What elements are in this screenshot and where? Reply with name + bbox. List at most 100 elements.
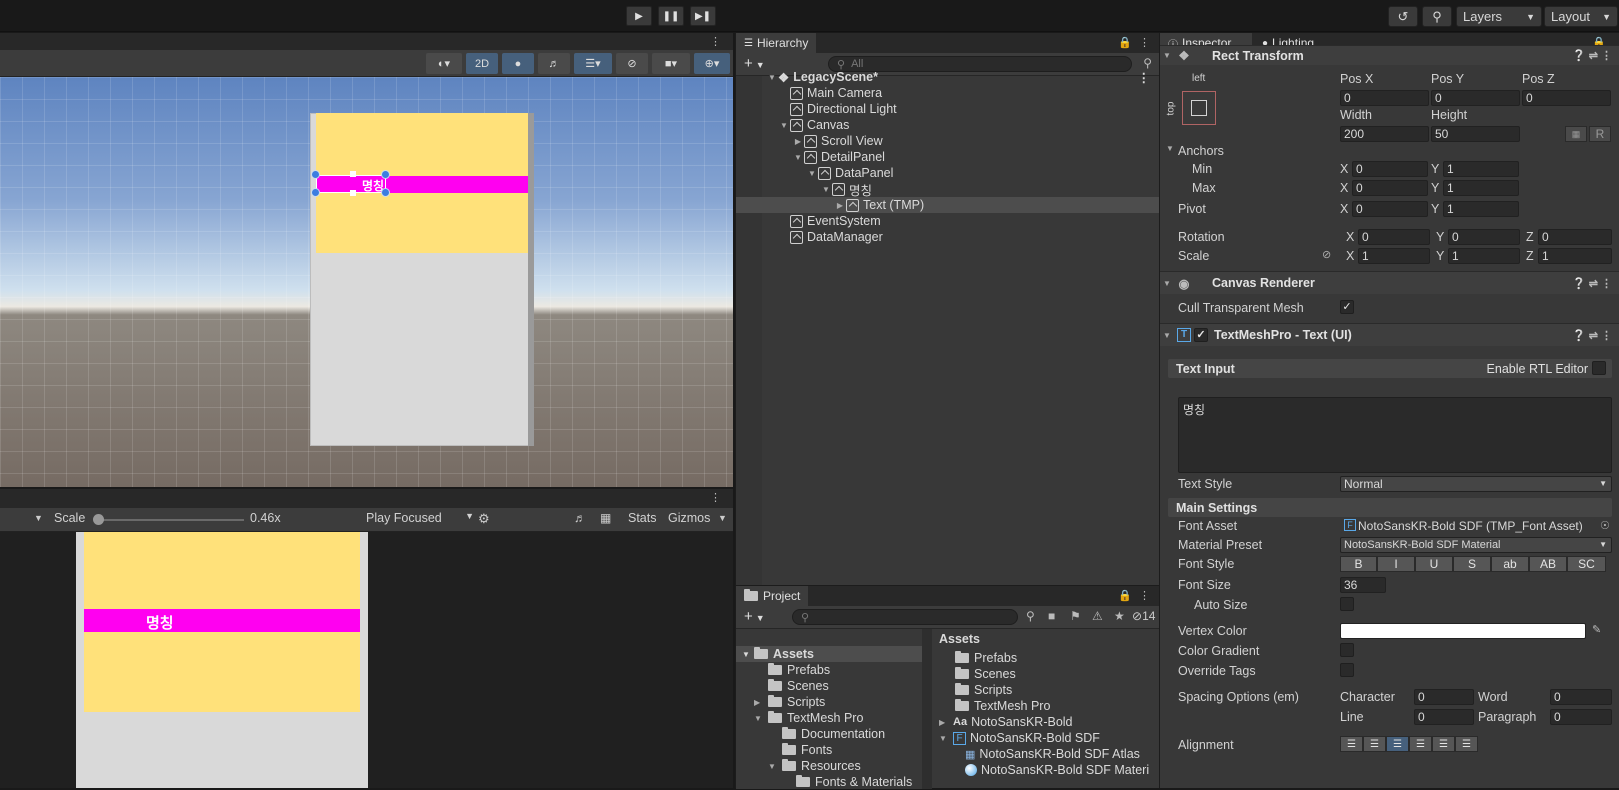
hierarchy-row-detail-panel[interactable]: ▼ DetailPanel xyxy=(736,149,1160,165)
mode-2d-button[interactable]: 2D xyxy=(466,53,498,74)
vertex-color-field[interactable] xyxy=(1340,623,1586,639)
lock-icon[interactable]: 🔒 xyxy=(1118,589,1132,602)
hierarchy-row-main-camera[interactable]: Main Camera xyxy=(736,85,1160,101)
asset-sdf-material[interactable]: NotoSansKR-Bold SDF Materi xyxy=(965,762,1149,778)
star-icon[interactable]: ★ xyxy=(1114,609,1125,623)
rotation-z-field[interactable]: 0 xyxy=(1538,229,1612,245)
align-left-button[interactable]: ☰ xyxy=(1340,736,1363,752)
override-tags-checkbox[interactable] xyxy=(1340,663,1354,677)
tree-scripts[interactable]: ▶ Scripts xyxy=(754,694,825,710)
tmp-header[interactable]: ▼ T ✓ TextMeshPro - Text (UI) ❔ ⇌ ⋮ xyxy=(1160,323,1619,346)
scene-search-icon[interactable]: ⚲ xyxy=(1143,56,1152,70)
component-icons[interactable]: ❔ ⇌ ⋮ xyxy=(1572,329,1612,342)
width-field[interactable]: 200 xyxy=(1340,126,1429,142)
play-mode-dropdown[interactable]: Play Focused ▼ xyxy=(366,511,474,525)
font-style-underline-button[interactable]: U xyxy=(1415,556,1453,572)
handle-top-left[interactable] xyxy=(311,170,320,179)
asset-prefabs[interactable]: Prefabs xyxy=(955,650,1017,666)
tree-fonts[interactable]: Fonts xyxy=(782,742,832,758)
hierarchy-row-name[interactable]: ▼ 명칭 xyxy=(736,181,1160,198)
eyedropper-icon[interactable]: ✎ xyxy=(1592,623,1601,636)
asset-font-sdf[interactable]: ▼ F NotoSansKR-Bold SDF xyxy=(939,730,1100,746)
handle-top-right[interactable] xyxy=(381,170,390,179)
more-icon[interactable]: ⋮ xyxy=(1139,589,1150,602)
handle-bottom-right[interactable] xyxy=(381,188,390,197)
display-dropdown[interactable]: ▼ xyxy=(34,513,43,523)
pause-button[interactable]: ❚❚ xyxy=(658,6,684,26)
scale-z-field[interactable]: 1 xyxy=(1538,248,1612,264)
shading-mode-button[interactable]: ◐▾ xyxy=(426,53,462,74)
more-icon[interactable]: ⋮ xyxy=(1138,70,1151,85)
tree-assets[interactable]: ▼ Assets xyxy=(736,646,932,662)
gizmos-dropdown[interactable]: ⊕▾ xyxy=(694,53,730,74)
step-button[interactable]: ▶❚ xyxy=(690,6,716,26)
character-spacing-field[interactable]: 0 xyxy=(1414,689,1474,705)
color-gradient-checkbox[interactable] xyxy=(1340,643,1354,657)
anchor-preset-button[interactable] xyxy=(1182,91,1216,125)
scale-x-field[interactable]: 1 xyxy=(1358,248,1430,264)
add-asset-button[interactable]: + ▼ xyxy=(744,608,765,625)
raw-edit-button[interactable]: R xyxy=(1589,126,1611,142)
tree-prefabs[interactable]: Prefabs xyxy=(768,662,830,678)
asset-textmesh-pro[interactable]: TextMesh Pro xyxy=(955,698,1050,714)
expand-arrow-icon[interactable]: ▼ xyxy=(1166,144,1174,153)
font-style-strikethrough-button[interactable]: S xyxy=(1453,556,1491,572)
visibility-toggle[interactable]: ⊘ xyxy=(616,53,648,74)
font-asset-field[interactable]: F NotoSansKR-Bold SDF (TMP_Font Asset) xyxy=(1340,518,1596,534)
tag-icon[interactable]: ⚑ xyxy=(1070,609,1081,623)
anchor-max-x-field[interactable]: 0 xyxy=(1352,180,1428,196)
rotation-y-field[interactable]: 0 xyxy=(1448,229,1520,245)
font-style-bold-button[interactable]: B xyxy=(1340,556,1377,572)
stats-button[interactable]: Stats xyxy=(628,511,657,525)
text-style-dropdown[interactable]: Normal ▼ xyxy=(1340,476,1612,492)
keyboard-icon[interactable]: ▦ xyxy=(600,511,611,525)
tree-resources[interactable]: ▼ Resources xyxy=(768,758,861,774)
tree-documentation[interactable]: Documentation xyxy=(782,726,885,742)
align-center-button[interactable]: ☰ xyxy=(1363,736,1386,752)
lock-icon[interactable]: 🔒 xyxy=(1118,36,1132,49)
anchors-label[interactable]: Anchors xyxy=(1178,144,1224,158)
auto-size-checkbox[interactable] xyxy=(1340,597,1354,611)
hierarchy-row-scroll-view[interactable]: ▶ Scroll View xyxy=(736,133,1160,149)
canvas-renderer-header[interactable]: ▼ ◉ Canvas Renderer ❔ ⇌ ⋮ xyxy=(1160,271,1619,294)
material-preset-dropdown[interactable]: NotoSansKR-Bold SDF Material ▼ xyxy=(1340,537,1612,553)
link-icon[interactable]: ⊘ xyxy=(1322,248,1331,261)
asset-scenes[interactable]: Scenes xyxy=(955,666,1016,682)
scale-slider-thumb[interactable] xyxy=(93,514,104,525)
hidden-packages-toggle[interactable]: ⊘ 14 xyxy=(1132,609,1155,623)
gizmos-button[interactable]: Gizmos xyxy=(668,511,710,525)
more-icon[interactable]: ⋮ xyxy=(710,491,721,504)
tab-project[interactable]: Project xyxy=(736,586,809,606)
hierarchy-row-directional-light[interactable]: Directional Light xyxy=(736,101,1160,117)
audio-toggle[interactable]: ♬ xyxy=(538,53,570,74)
warning-icon[interactable]: ⚠ xyxy=(1092,609,1103,623)
align-flush-button[interactable]: ☰ xyxy=(1432,736,1455,752)
scale-y-field[interactable]: 1 xyxy=(1448,248,1520,264)
more-icon[interactable]: ⋮ xyxy=(710,35,721,48)
hierarchy-row-text-tmp[interactable]: ▶ Text (TMP) xyxy=(736,197,1160,213)
pivot-x-field[interactable]: 0 xyxy=(1352,201,1428,217)
object-picker-icon[interactable]: ☉ xyxy=(1600,519,1610,532)
pos-y-field[interactable]: 0 xyxy=(1431,90,1520,106)
tab-hierarchy[interactable]: ☰ Hierarchy xyxy=(736,33,817,53)
layers-dropdown[interactable]: Layers ▼ xyxy=(1456,6,1542,27)
anchor-min-y-field[interactable]: 1 xyxy=(1443,161,1519,177)
align-right-button[interactable]: ☰ xyxy=(1386,736,1409,752)
font-style-smallcaps-button[interactable]: SC xyxy=(1567,556,1606,572)
asset-font[interactable]: ▶ Aa NotoSansKR-Bold xyxy=(939,714,1073,730)
paragraph-spacing-field[interactable]: 0 xyxy=(1550,709,1612,725)
rect-transform-header[interactable]: ▼ ❖ Rect Transform ❔ ⇌ ⋮ xyxy=(1160,45,1619,65)
tree-scrollbar[interactable] xyxy=(922,629,932,789)
component-icons[interactable]: ❔ ⇌ ⋮ xyxy=(1572,277,1612,290)
text-input-area[interactable]: 명칭 xyxy=(1178,397,1612,473)
lighting-toggle[interactable]: ● xyxy=(502,53,534,74)
layout-dropdown[interactable]: Layout ▼ xyxy=(1544,6,1618,27)
filter-type-icon[interactable]: ■ xyxy=(1048,609,1055,623)
anchor-min-x-field[interactable]: 0 xyxy=(1352,161,1428,177)
history-button[interactable]: ↺ xyxy=(1388,6,1418,27)
tree-textmesh-pro[interactable]: ▼ TextMesh Pro xyxy=(754,710,863,726)
asset-sdf-atlas[interactable]: ▦ NotoSansKR-Bold SDF Atlas xyxy=(965,746,1140,762)
pos-x-field[interactable]: 0 xyxy=(1340,90,1429,106)
chevron-down-icon[interactable]: ▼ xyxy=(718,513,727,523)
project-search-input[interactable]: ⚲ xyxy=(792,609,1018,625)
